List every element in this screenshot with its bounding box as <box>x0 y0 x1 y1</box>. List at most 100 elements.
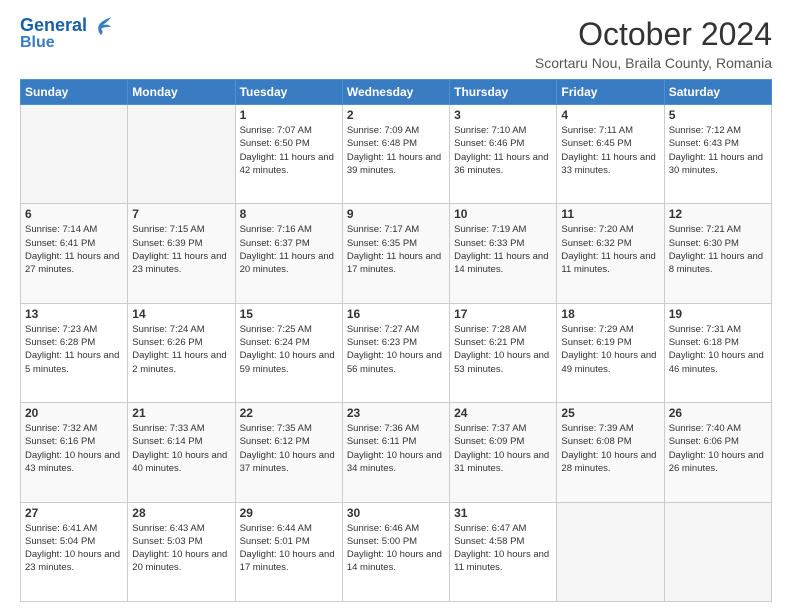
day-text: Sunrise: 7:11 AM Sunset: 6:45 PM Dayligh… <box>561 124 659 177</box>
calendar-cell: 19Sunrise: 7:31 AM Sunset: 6:18 PM Dayli… <box>664 303 771 402</box>
day-number: 30 <box>347 506 445 520</box>
day-text: Sunrise: 7:35 AM Sunset: 6:12 PM Dayligh… <box>240 422 338 475</box>
day-header-sunday: Sunday <box>21 80 128 105</box>
calendar-cell <box>664 502 771 601</box>
calendar-header-row: SundayMondayTuesdayWednesdayThursdayFrid… <box>21 80 772 105</box>
calendar-cell: 15 Sunrise: 7:25 AM Sunset: 6:24 PM Dayli… <box>235 303 342 402</box>
day-number: 17 <box>454 307 552 321</box>
logo-text-line2: Blue <box>20 34 55 52</box>
calendar-cell: 29 Sunrise: 6:44 AM Sunset: 5:01 PM Dayli… <box>235 502 342 601</box>
day-number: 29 <box>240 506 338 520</box>
day-text: Sunrise: 7:24 AM Sunset: 6:26 PM Dayligh… <box>132 323 230 376</box>
day-number: 7 <box>132 207 230 221</box>
day-text: Sunrise: 6:41 AM Sunset: 5:04 PM Dayligh… <box>25 522 123 575</box>
day-text: Sunrise: 7:33 AM Sunset: 6:14 PM Dayligh… <box>132 422 230 475</box>
day-text: Sunrise: 7:40 AM Sunset: 6:06 PM Dayligh… <box>669 422 767 475</box>
calendar-page: General Blue October 2024 Scortaru Nou, … <box>0 0 792 612</box>
location-title: Scortaru Nou, Braila County, Romania <box>535 55 772 71</box>
day-text: Sunrise: 7:32 AM Sunset: 6:16 PM Dayligh… <box>25 422 123 475</box>
day-number: 20 <box>25 406 123 420</box>
calendar-cell: 13 Sunrise: 7:23 AM Sunset: 6:28 PM Dayli… <box>21 303 128 402</box>
title-block: October 2024 Scortaru Nou, Braila County… <box>535 16 772 71</box>
day-text: Sunrise: 7:07 AM Sunset: 6:50 PM Dayligh… <box>240 124 338 177</box>
day-text: Sunrise: 6:43 AM Sunset: 5:03 PM Dayligh… <box>132 522 230 575</box>
calendar-cell: 31 Sunrise: 6:47 AM Sunset: 4:58 PM Dayli… <box>450 502 557 601</box>
calendar-cell: 18 Sunrise: 7:29 AM Sunset: 6:19 PM Dayli… <box>557 303 664 402</box>
calendar-cell: 7 Sunrise: 7:15 AM Sunset: 6:39 PM Daylig… <box>128 204 235 303</box>
calendar-cell <box>557 502 664 601</box>
day-header-monday: Monday <box>128 80 235 105</box>
calendar-week-3: 13 Sunrise: 7:23 AM Sunset: 6:28 PM Dayli… <box>21 303 772 402</box>
day-text: Sunrise: 6:44 AM Sunset: 5:01 PM Dayligh… <box>240 522 338 575</box>
day-text: Sunrise: 7:19 AM Sunset: 6:33 PM Dayligh… <box>454 223 552 276</box>
calendar-cell: 20 Sunrise: 7:32 AM Sunset: 6:16 PM Dayli… <box>21 403 128 502</box>
day-header-friday: Friday <box>557 80 664 105</box>
day-text: Sunrise: 7:21 AM Sunset: 6:30 PM Dayligh… <box>669 223 767 276</box>
day-number: 19 <box>669 307 767 321</box>
calendar-cell: 14 Sunrise: 7:24 AM Sunset: 6:26 PM Dayli… <box>128 303 235 402</box>
day-number: 6 <box>25 207 123 221</box>
day-number: 1 <box>240 108 338 122</box>
day-number: 15 <box>240 307 338 321</box>
calendar-cell: 28 Sunrise: 6:43 AM Sunset: 5:03 PM Dayli… <box>128 502 235 601</box>
day-number: 27 <box>25 506 123 520</box>
day-header-thursday: Thursday <box>450 80 557 105</box>
calendar-cell: 16 Sunrise: 7:27 AM Sunset: 6:23 PM Dayli… <box>342 303 449 402</box>
day-number: 2 <box>347 108 445 122</box>
header: General Blue October 2024 Scortaru Nou, … <box>20 16 772 71</box>
day-number: 10 <box>454 207 552 221</box>
day-text: Sunrise: 6:46 AM Sunset: 5:00 PM Dayligh… <box>347 522 445 575</box>
logo: General Blue <box>20 16 111 51</box>
calendar-cell: 9 Sunrise: 7:17 AM Sunset: 6:35 PM Daylig… <box>342 204 449 303</box>
calendar-cell: 24Sunrise: 7:37 AM Sunset: 6:09 PM Dayli… <box>450 403 557 502</box>
calendar-cell: 6 Sunrise: 7:14 AM Sunset: 6:41 PM Daylig… <box>21 204 128 303</box>
calendar-cell <box>21 105 128 204</box>
calendar-cell: 8 Sunrise: 7:16 AM Sunset: 6:37 PM Daylig… <box>235 204 342 303</box>
day-text: Sunrise: 6:47 AM Sunset: 4:58 PM Dayligh… <box>454 522 552 575</box>
day-number: 21 <box>132 406 230 420</box>
day-text: Sunrise: 7:36 AM Sunset: 6:11 PM Dayligh… <box>347 422 445 475</box>
day-text: Sunrise: 7:15 AM Sunset: 6:39 PM Dayligh… <box>132 223 230 276</box>
day-number: 12 <box>669 207 767 221</box>
day-text: Sunrise: 7:20 AM Sunset: 6:32 PM Dayligh… <box>561 223 659 276</box>
day-text: Sunrise: 7:27 AM Sunset: 6:23 PM Dayligh… <box>347 323 445 376</box>
calendar-week-5: 27 Sunrise: 6:41 AM Sunset: 5:04 PM Dayli… <box>21 502 772 601</box>
day-number: 26 <box>669 406 767 420</box>
day-number: 4 <box>561 108 659 122</box>
day-text: Sunrise: 7:10 AM Sunset: 6:46 PM Dayligh… <box>454 124 552 177</box>
day-header-tuesday: Tuesday <box>235 80 342 105</box>
day-text: Sunrise: 7:12 AM Sunset: 6:43 PM Dayligh… <box>669 124 767 177</box>
calendar-cell: 27 Sunrise: 6:41 AM Sunset: 5:04 PM Dayli… <box>21 502 128 601</box>
day-text: Sunrise: 7:23 AM Sunset: 6:28 PM Dayligh… <box>25 323 123 376</box>
calendar-cell: 17Sunrise: 7:28 AM Sunset: 6:21 PM Dayli… <box>450 303 557 402</box>
day-number: 22 <box>240 406 338 420</box>
day-header-wednesday: Wednesday <box>342 80 449 105</box>
day-number: 3 <box>454 108 552 122</box>
day-number: 9 <box>347 207 445 221</box>
day-number: 16 <box>347 307 445 321</box>
calendar-cell: 21 Sunrise: 7:33 AM Sunset: 6:14 PM Dayli… <box>128 403 235 502</box>
day-number: 23 <box>347 406 445 420</box>
day-number: 31 <box>454 506 552 520</box>
day-text: Sunrise: 7:16 AM Sunset: 6:37 PM Dayligh… <box>240 223 338 276</box>
day-number: 8 <box>240 207 338 221</box>
day-header-saturday: Saturday <box>664 80 771 105</box>
day-number: 5 <box>669 108 767 122</box>
day-number: 11 <box>561 207 659 221</box>
day-text: Sunrise: 7:09 AM Sunset: 6:48 PM Dayligh… <box>347 124 445 177</box>
day-number: 18 <box>561 307 659 321</box>
calendar-cell: 22 Sunrise: 7:35 AM Sunset: 6:12 PM Dayli… <box>235 403 342 502</box>
day-number: 13 <box>25 307 123 321</box>
day-number: 24 <box>454 406 552 420</box>
calendar-cell: 30 Sunrise: 6:46 AM Sunset: 5:00 PM Dayli… <box>342 502 449 601</box>
calendar-week-4: 20 Sunrise: 7:32 AM Sunset: 6:16 PM Dayli… <box>21 403 772 502</box>
day-text: Sunrise: 7:39 AM Sunset: 6:08 PM Dayligh… <box>561 422 659 475</box>
calendar-week-2: 6 Sunrise: 7:14 AM Sunset: 6:41 PM Daylig… <box>21 204 772 303</box>
day-text: Sunrise: 7:29 AM Sunset: 6:19 PM Dayligh… <box>561 323 659 376</box>
day-number: 14 <box>132 307 230 321</box>
day-number: 28 <box>132 506 230 520</box>
day-text: Sunrise: 7:14 AM Sunset: 6:41 PM Dayligh… <box>25 223 123 276</box>
day-text: Sunrise: 7:17 AM Sunset: 6:35 PM Dayligh… <box>347 223 445 276</box>
calendar-week-1: 1 Sunrise: 7:07 AM Sunset: 6:50 PM Daylig… <box>21 105 772 204</box>
day-text: Sunrise: 7:25 AM Sunset: 6:24 PM Dayligh… <box>240 323 338 376</box>
